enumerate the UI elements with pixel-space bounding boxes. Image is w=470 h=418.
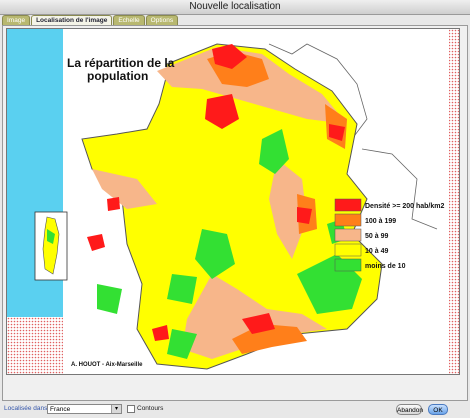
map-viewport[interactable]: La répartition de la population Densité … xyxy=(6,28,460,375)
contours-checkbox[interactable] xyxy=(127,405,135,413)
map-title-line2: population xyxy=(87,69,148,83)
map-credit: A. HOUOT - Aix-Marseille xyxy=(71,362,143,368)
legend-swatch-10 xyxy=(334,243,362,257)
legend-label-50: 50 à 99 xyxy=(365,233,388,240)
legend-label-lt10: moins de 10 xyxy=(365,263,406,270)
localise-label: Localisée dans xyxy=(4,405,48,412)
legend-label-200: Densité >= 200 hab/km2 xyxy=(365,203,444,210)
window-title: Nouvelle localisation xyxy=(189,1,281,12)
density-map: La répartition de la population Densité … xyxy=(7,29,459,374)
country-select-value: France xyxy=(50,406,71,413)
map-title-line1: La répartition de la xyxy=(67,56,175,70)
chevron-down-icon: ▾ xyxy=(111,405,121,413)
legend-swatch-lt10 xyxy=(334,258,362,272)
density-green-causses xyxy=(167,274,197,304)
legend-swatch-50 xyxy=(334,228,362,242)
legend-label-10: 10 à 49 xyxy=(365,248,388,255)
spain-area xyxy=(7,317,63,374)
tab-echelle[interactable]: Echelle xyxy=(113,15,145,25)
contours-label: Contours xyxy=(137,405,164,412)
country-select[interactable]: France ▾ xyxy=(47,404,122,414)
ok-button[interactable]: OK xyxy=(428,404,448,415)
tab-localisation[interactable]: Localisation de l'image xyxy=(31,15,113,25)
legend-label-100: 100 à 199 xyxy=(365,218,396,225)
tab-bar: Image Localisation de l'image Echelle Op… xyxy=(2,15,179,25)
right-edge-area xyxy=(449,29,459,374)
abandon-button[interactable]: Abandon xyxy=(396,404,423,415)
tab-options[interactable]: Options xyxy=(145,15,179,25)
bottom-toolbar: Localisée dans France ▾ Contours Abandon… xyxy=(0,402,470,418)
legend-swatch-100 xyxy=(334,213,362,227)
density-red-nantes xyxy=(107,197,120,211)
tab-image[interactable]: Image xyxy=(2,15,31,25)
legend-swatch-200 xyxy=(334,198,362,212)
window-titlebar: Nouvelle localisation xyxy=(0,0,470,15)
